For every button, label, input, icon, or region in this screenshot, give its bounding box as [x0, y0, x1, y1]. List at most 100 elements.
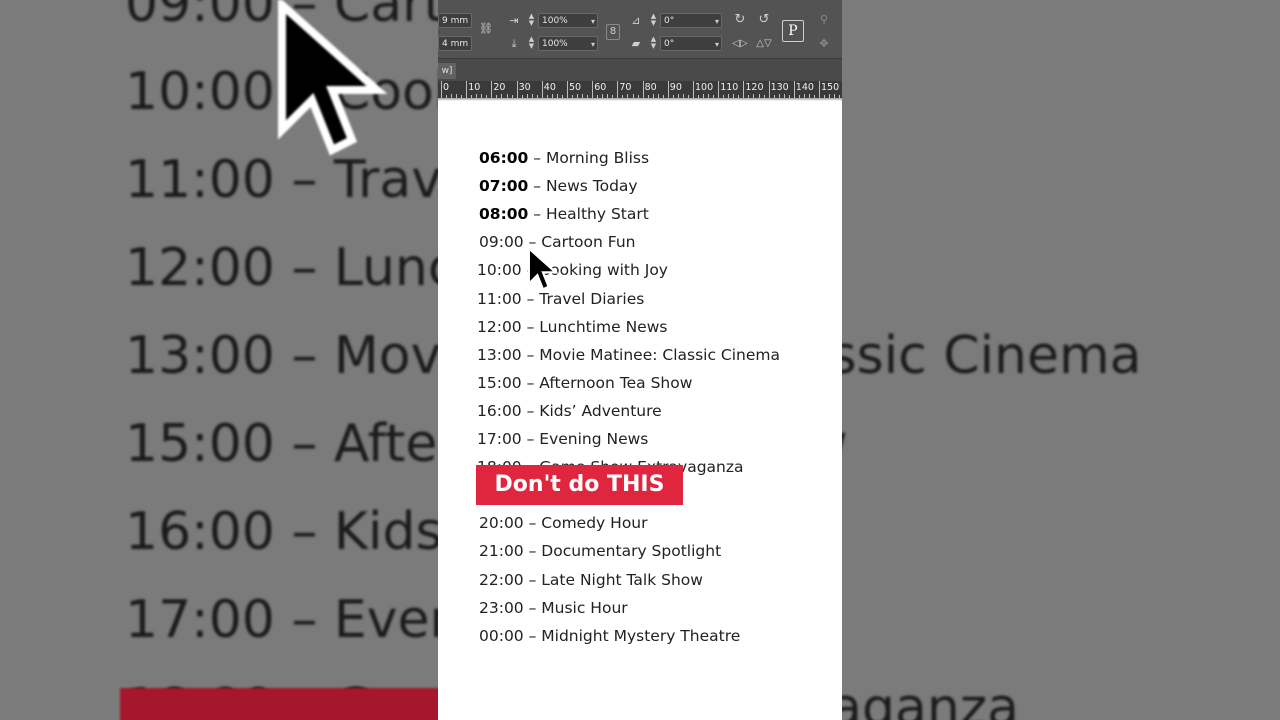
schedule-time: 22:00	[479, 570, 524, 589]
schedule-row: 23:00 – Music Hour	[479, 598, 628, 618]
schedule-separator: –	[521, 317, 540, 336]
ruler-label: 0	[443, 82, 450, 93]
schedule-time: 15:00	[477, 373, 522, 392]
schedule-row: 12:00 – Lunchtime News	[477, 317, 667, 337]
schedule-show: Kids’ Adventure	[539, 401, 662, 420]
schedule-show: Evening News	[539, 430, 649, 448]
schedule-show: Midnight Mystery Theatre	[541, 626, 741, 645]
document-tab-strip: w]	[438, 59, 842, 81]
ruler-major-tick	[743, 81, 745, 98]
schedule-show: Morning Bliss	[545, 149, 650, 167]
shear-stepper[interactable]: ▲ ▼	[649, 36, 658, 51]
ruler-label: 80	[644, 82, 657, 93]
schedule-separator: –	[521, 430, 540, 448]
schedule-separator: –	[528, 177, 546, 196]
mouse-cursor-icon	[527, 246, 559, 291]
select-container-icon[interactable]: ⚲	[816, 13, 832, 27]
schedule-row: 08:00 – Healthy Start	[479, 204, 649, 224]
horizontal-ruler[interactable]: 0 10 20 30 40 50 60 70 80 90 100 110 120 130 140 150	[438, 81, 842, 98]
ruler-major-tick	[491, 81, 493, 98]
ruler-label: 60	[594, 82, 607, 93]
schedule-show: Comedy Hour	[541, 514, 648, 533]
rotate-angle-field[interactable]: 0° ▾	[660, 13, 722, 28]
ruler-label: 30	[518, 82, 531, 93]
schedule-time: 06:00	[479, 149, 529, 167]
schedule-separator: –	[523, 626, 542, 645]
ruler-label: 140	[795, 82, 814, 93]
schedule-row: 10:00 – Cooking with Joy	[477, 260, 668, 280]
zoomed-cursor-icon	[278, 0, 388, 156]
schedule-time: 12:00	[477, 317, 522, 336]
link-scale-icon[interactable]: 8	[606, 24, 620, 40]
schedule-separator: –	[521, 373, 540, 392]
ruler-major-tick	[667, 81, 669, 98]
schedule-separator: –	[523, 514, 542, 533]
scale-y-stepper[interactable]: ▲ ▼	[527, 36, 536, 51]
ruler-label: 110	[720, 82, 739, 93]
ruler-major-tick	[642, 81, 644, 98]
rotate-clockwise-icon[interactable]: ↻	[732, 13, 748, 27]
scale-y-field[interactable]: 100% ▾	[538, 36, 598, 51]
schedule-separator: –	[521, 345, 540, 364]
ruler-label: 50	[569, 82, 582, 93]
p-button[interactable]: P	[782, 20, 804, 42]
shear-angle-field[interactable]: 0° ▾	[660, 36, 722, 51]
ruler-label: 120	[745, 82, 764, 93]
flip-horizontal-icon[interactable]: ◁▷	[732, 37, 748, 51]
scale-y-icon: ⤓	[511, 37, 517, 50]
x-position-field[interactable]: 9 mm	[438, 13, 472, 28]
schedule-separator: –	[523, 598, 542, 617]
rotate-counterclockwise-icon[interactable]: ↺	[756, 13, 772, 27]
schedule-show: Documentary Spotlight	[541, 542, 722, 561]
schedule-row: 20:00 – Comedy Hour	[479, 513, 648, 533]
schedule-show: News Today	[545, 177, 638, 196]
chevron-down-icon[interactable]: ▾	[591, 14, 595, 29]
rotate-angle-icon: ⊿	[631, 14, 641, 27]
schedule-show: Music Hour	[541, 598, 628, 617]
ruler-major-tick	[617, 81, 619, 98]
document-tab[interactable]: w]	[438, 63, 456, 79]
ruler-major-tick	[441, 81, 442, 98]
shear-angle-icon: ▰	[631, 37, 641, 50]
ruler-major-tick	[718, 81, 720, 98]
ruler-major-tick	[567, 81, 568, 98]
schedule-separator: –	[523, 570, 542, 589]
schedule-separator: –	[528, 149, 546, 167]
schedule-row: 15:00 – Afternoon Tea Show	[477, 373, 692, 393]
chevron-down-icon[interactable]: ▾	[591, 37, 595, 52]
schedule-row: 07:00 – News Today	[479, 176, 638, 196]
ruler-major-tick	[541, 81, 543, 98]
document-window: 9 mm 4 mm ⛓ ⇥ ⤓ ▲ ▼ ▲ ▼ 100% ▾ 100% ▾ 8 ⊿ ▰ …	[438, 0, 842, 720]
scale-x-stepper[interactable]: ▲ ▼	[527, 13, 536, 28]
flip-vertical-icon[interactable]: △▽	[756, 37, 772, 51]
ruler-label: 40	[543, 82, 556, 93]
rotate-stepper[interactable]: ▲ ▼	[649, 13, 658, 28]
schedule-show: Late Night Talk Show	[541, 570, 703, 589]
schedule-time: 00:00	[479, 626, 524, 645]
chevron-down-icon[interactable]: ▾	[715, 14, 719, 29]
schedule-time: 23:00	[479, 598, 524, 617]
schedule-row: 21:00 – Documentary Spotlight	[479, 541, 721, 561]
ruler-label: 70	[619, 82, 632, 93]
schedule-row: 11:00 – Travel Diaries	[477, 289, 644, 309]
schedule-time: 08:00	[479, 205, 529, 224]
schedule-show: Afternoon Tea Show	[539, 373, 693, 392]
ruler-major-tick	[768, 81, 770, 98]
schedule-row: 00:00 – Midnight Mystery Theatre	[479, 626, 740, 646]
ruler-major-tick	[793, 81, 795, 98]
schedule-row: 13:00 – Movie Matinee: Classic Cinema	[477, 345, 780, 365]
select-content-icon[interactable]: ✥	[816, 37, 832, 51]
ruler-major-tick	[592, 81, 594, 98]
y-position-field[interactable]: 4 mm	[438, 36, 472, 51]
ruler-major-tick	[693, 81, 694, 98]
ruler-label: 20	[493, 82, 506, 93]
ruler-label: 10	[468, 82, 481, 93]
schedule-time: 09:00	[479, 233, 524, 252]
constrain-link-icon[interactable]: ⛓	[478, 22, 494, 36]
ruler-label: 150	[821, 82, 840, 93]
schedule-row: 06:00 – Morning Bliss	[479, 148, 649, 168]
schedule-time: 21:00	[479, 542, 524, 561]
schedule-row: 17:00 – Evening News	[477, 429, 648, 449]
chevron-down-icon[interactable]: ▾	[715, 37, 719, 52]
scale-x-field[interactable]: 100% ▾	[538, 13, 598, 28]
